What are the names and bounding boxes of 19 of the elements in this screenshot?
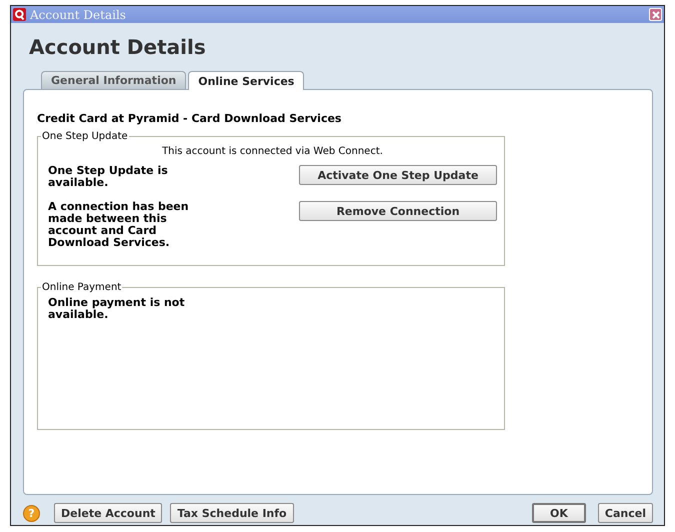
action-button[interactable]: Activate One Step Update: [299, 165, 497, 185]
dialog-heading: Account Details: [29, 35, 207, 61]
close-button[interactable]: [649, 8, 662, 21]
dialog-button[interactable]: OK: [532, 503, 586, 523]
action-button[interactable]: Remove Connection: [299, 201, 497, 221]
group-label: Online Payment: [41, 282, 122, 293]
tab[interactable]: Online Services: [188, 71, 304, 90]
app-logo-icon: [13, 8, 26, 21]
window-title: Account Details: [30, 8, 127, 22]
status-text: One Step Update is available.: [48, 165, 169, 189]
footer-button[interactable]: Delete Account: [54, 503, 162, 523]
section-title: Credit Card at Pyramid - Card Download Services: [37, 112, 342, 125]
status-text: Online payment is not available.: [48, 297, 186, 321]
status-text: This account is connected via Web Connect.: [161, 146, 384, 157]
group-label: One Step Update: [41, 131, 129, 142]
tab[interactable]: General Information: [41, 71, 186, 89]
status-text: A connection has been made between this account and Card Download Services.: [48, 201, 190, 249]
dialog-button[interactable]: Cancel: [598, 503, 653, 523]
footer-button[interactable]: Tax Schedule Info: [170, 503, 294, 523]
